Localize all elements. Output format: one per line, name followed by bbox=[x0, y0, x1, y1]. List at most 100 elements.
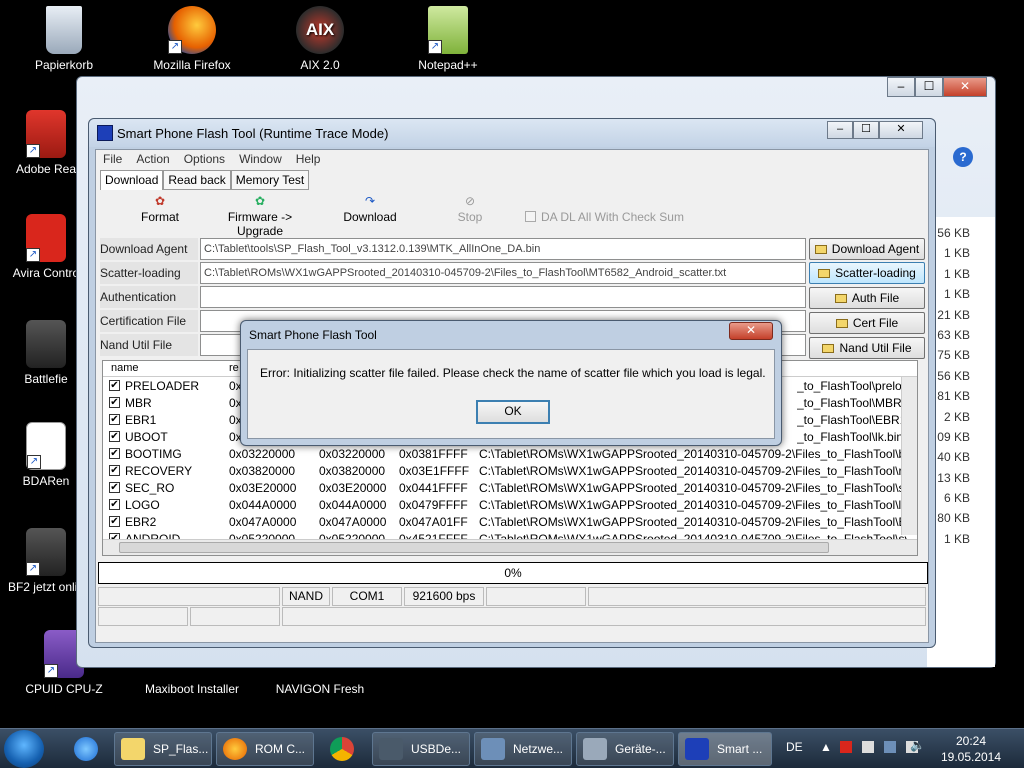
stop-label: Stop bbox=[457, 210, 483, 224]
partition-checkbox[interactable]: ✔ bbox=[109, 516, 120, 527]
download-button[interactable]: ↷ Download bbox=[335, 194, 405, 224]
explorer-maximize-button[interactable]: ☐ bbox=[915, 77, 943, 97]
nand-util-button[interactable]: Nand Util File bbox=[809, 337, 925, 359]
partition-checkbox[interactable]: ✔ bbox=[109, 499, 120, 510]
cert-file-button[interactable]: Cert File bbox=[809, 312, 925, 334]
task-explorer[interactable]: SP_Flas... bbox=[114, 732, 212, 766]
menu-window[interactable]: Window bbox=[232, 150, 289, 168]
help-icon[interactable]: ? bbox=[953, 147, 973, 167]
task-label: USBDe... bbox=[411, 742, 462, 756]
tab-read-back[interactable]: Read back bbox=[163, 170, 231, 190]
partition-checkbox[interactable]: ✔ bbox=[109, 380, 120, 391]
explorer-close-button[interactable]: ✕ bbox=[943, 77, 987, 97]
status-cell bbox=[98, 607, 188, 626]
network-tray-icon[interactable] bbox=[884, 741, 896, 753]
clock-time: 20:24 bbox=[955, 734, 987, 748]
download-label: Download bbox=[343, 210, 397, 224]
shortcut-arrow-icon: ↗ bbox=[26, 562, 40, 576]
folder-icon bbox=[835, 319, 848, 328]
language-indicator[interactable]: DE bbox=[786, 740, 803, 754]
explorer-minimize-button[interactable]: ‒ bbox=[887, 77, 915, 97]
partition-checkbox[interactable]: ✔ bbox=[109, 448, 120, 459]
task-network[interactable]: Netzwe... bbox=[474, 732, 572, 766]
partition-checkbox[interactable]: ✔ bbox=[109, 397, 120, 408]
partition-file-path: C:\Tablet\ROMs\WX1wGAPPSrooted_20140310-… bbox=[479, 481, 907, 495]
pinned-chrome[interactable] bbox=[322, 732, 362, 766]
avira-tray-icon[interactable] bbox=[840, 741, 852, 753]
progress-bar: 0% bbox=[98, 562, 928, 584]
desktop-icon-notepadpp[interactable]: ↗ Notepad++ bbox=[398, 6, 498, 72]
download-agent-button[interactable]: Download Agent bbox=[809, 238, 925, 260]
desktop-icon-recycle-bin[interactable]: Papierkorb bbox=[14, 6, 114, 72]
partition-checkbox[interactable]: ✔ bbox=[109, 465, 120, 476]
desktop-icon-label: Adobe Rea bbox=[15, 162, 77, 176]
task-flash-tool[interactable]: Smart ... bbox=[678, 732, 772, 766]
horizontal-scrollbar[interactable] bbox=[103, 539, 917, 555]
download-agent-input[interactable]: C:\Tablet\tools\SP_Flash_Tool_v3.1312.0.… bbox=[200, 238, 806, 260]
scatter-loading-button[interactable]: Scatter-loading bbox=[809, 262, 925, 284]
nand-util-label: Nand Util File bbox=[100, 334, 198, 356]
task-firefox[interactable]: ROM C... bbox=[216, 732, 314, 766]
partition-checkbox[interactable]: ✔ bbox=[109, 482, 120, 493]
desktop-icon-label: Notepad++ bbox=[418, 58, 478, 72]
column-header-region[interactable]: re bbox=[229, 362, 239, 374]
partition-name: BOOTIMG bbox=[125, 447, 182, 461]
show-hidden-icons[interactable]: ▲ bbox=[820, 740, 832, 754]
ok-button[interactable]: OK bbox=[476, 400, 550, 424]
scrollbar-thumb[interactable] bbox=[119, 542, 829, 553]
pinned-internet-explorer[interactable] bbox=[66, 732, 106, 766]
tab-download[interactable]: Download bbox=[100, 170, 164, 190]
desktop-icon-aix[interactable]: AIX AIX 2.0 bbox=[270, 6, 370, 72]
shortcut-arrow-icon: ↗ bbox=[27, 455, 41, 469]
table-row[interactable]: ✔ LOGO 0x044A0000 0x044A0000 0x0479FFFF C:\Ta… bbox=[103, 497, 907, 514]
desktop-icon-label: Avira Contro bbox=[12, 266, 80, 280]
status-bar: NAND COM1 921600 bps bbox=[98, 587, 928, 626]
volume-icon[interactable]: 🔈 bbox=[910, 738, 925, 752]
menu-options[interactable]: Options bbox=[177, 150, 232, 168]
vertical-scrollbar[interactable] bbox=[901, 377, 917, 535]
checksum-label: DA DL All With Check Sum bbox=[541, 210, 684, 224]
maximize-button[interactable]: ☐ bbox=[853, 121, 879, 139]
region-begin: 0x03220000 bbox=[229, 447, 296, 461]
start-button[interactable] bbox=[4, 730, 44, 768]
clock[interactable]: 20:24 19.05.2014 bbox=[936, 733, 1006, 765]
scatter-file-input[interactable]: C:\Tablet\ROMs\WX1wGAPPSrooted_20140310-… bbox=[200, 262, 806, 284]
partition-checkbox[interactable]: ✔ bbox=[109, 414, 120, 425]
menu-file[interactable]: File bbox=[96, 150, 129, 168]
table-row[interactable]: ✔ BOOTIMG 0x03220000 0x03220000 0x0381FFFF C:… bbox=[103, 446, 907, 463]
partition-file-path: C:\Tablet\ROMs\WX1wGAPPSrooted_20140310-… bbox=[479, 464, 907, 478]
auth-file-button[interactable]: Auth File bbox=[809, 287, 925, 309]
download-agent-label: Download Agent bbox=[100, 238, 198, 260]
task-device-manager[interactable]: Geräte-... bbox=[576, 732, 674, 766]
checkbox-icon bbox=[525, 211, 536, 222]
minimize-button[interactable]: ‒ bbox=[827, 121, 853, 139]
table-row[interactable]: ✔ SEC_RO 0x03E20000 0x03E20000 0x0441FFFF C:\… bbox=[103, 480, 907, 497]
stop-button[interactable]: ⊘ Stop bbox=[445, 194, 495, 224]
checksum-checkbox[interactable]: DA DL All With Check Sum bbox=[525, 210, 684, 224]
download-agent-button-label: Download Agent bbox=[831, 242, 920, 256]
bdaren-icon: ↗ bbox=[26, 422, 66, 470]
flash-tool-titlebar[interactable]: Smart Phone Flash Tool (Runtime Trace Mo… bbox=[89, 119, 935, 147]
flag-tray-icon[interactable] bbox=[862, 741, 874, 753]
close-button[interactable]: ✕ bbox=[879, 121, 923, 139]
firmware-upgrade-button[interactable]: ✿ Firmware -> Upgrade bbox=[205, 194, 315, 238]
table-row[interactable]: ✔ RECOVERY 0x03820000 0x03820000 0x03E1FFFF C… bbox=[103, 463, 907, 480]
usb-icon bbox=[379, 738, 403, 760]
tab-memory-test[interactable]: Memory Test bbox=[230, 170, 310, 190]
partition-name: UBOOT bbox=[125, 430, 168, 444]
format-button[interactable]: ✿ Format bbox=[130, 194, 190, 224]
status-cell bbox=[588, 587, 926, 606]
menu-help[interactable]: Help bbox=[289, 150, 328, 168]
partition-checkbox[interactable]: ✔ bbox=[109, 431, 120, 442]
menu-action[interactable]: Action bbox=[129, 150, 176, 168]
desktop-icon-firefox[interactable]: ↗ Mozilla Firefox bbox=[142, 6, 242, 72]
table-row[interactable]: ✔ EBR2 0x047A0000 0x047A0000 0x047A01FF C:\Ta… bbox=[103, 514, 907, 531]
partition-name: SEC_RO bbox=[125, 481, 175, 495]
desktop-icon-label: BF2 jetzt onlin bbox=[7, 580, 85, 594]
dialog-close-button[interactable]: ✕ bbox=[729, 322, 773, 340]
scatter-loading-button-label: Scatter-loading bbox=[835, 266, 916, 280]
auth-file-input[interactable] bbox=[200, 286, 806, 308]
partition-name: RECOVERY bbox=[125, 464, 193, 478]
column-header-name[interactable]: name bbox=[111, 362, 139, 374]
task-usbdeview[interactable]: USBDe... bbox=[372, 732, 470, 766]
